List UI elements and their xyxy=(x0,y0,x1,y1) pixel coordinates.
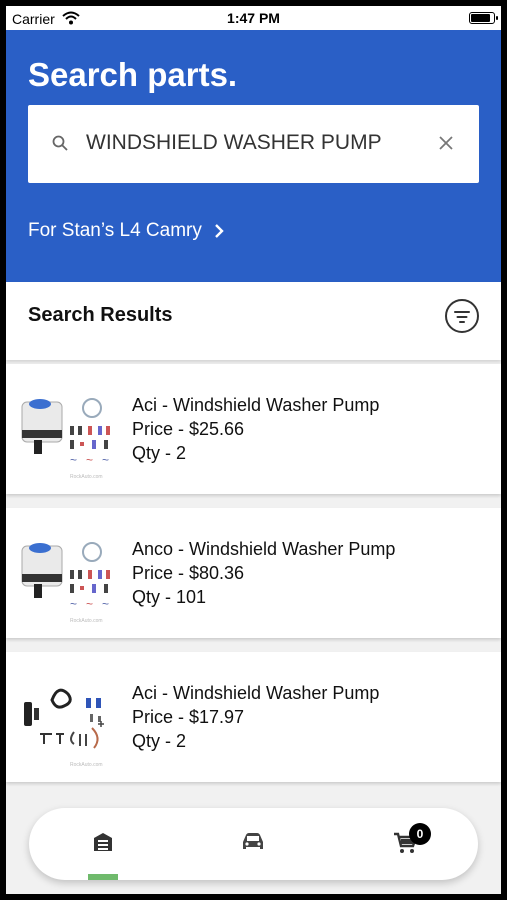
svg-text:~: ~ xyxy=(86,597,93,611)
filter-button[interactable] xyxy=(445,299,479,333)
svg-text:~: ~ xyxy=(86,453,93,467)
clear-search-icon[interactable] xyxy=(439,136,453,150)
part-qty: Qty - 2 xyxy=(132,443,187,463)
results-title: Search Results xyxy=(28,304,173,326)
results-header: Search Results xyxy=(6,282,501,360)
svg-text:~: ~ xyxy=(70,597,77,611)
svg-text:RockAuto.com: RockAuto.com xyxy=(70,762,103,768)
result-info: Aci - Windshield Washer Pump Price - $17… xyxy=(132,681,379,753)
active-tab-indicator xyxy=(88,874,118,880)
filter-icon xyxy=(454,311,470,313)
nav-tab-parts-store[interactable] xyxy=(73,808,133,880)
clock: 1:47 PM xyxy=(227,10,280,26)
app-screen: Carrier 1:47 PM Search parts. For Stan’s… xyxy=(6,6,501,894)
nav-tab-cart[interactable]: 0 xyxy=(375,808,435,880)
washer-pump-kit-image: ~ ~ ~ RockAuto.com xyxy=(21,398,110,480)
result-card[interactable]: ~ ~ ~ RockAuto.com Aci - Windshield Wash… xyxy=(6,364,501,494)
washer-pump-kit-image: ~ ~ ~ RockAuto.com xyxy=(21,542,110,624)
cart-count-badge: 0 xyxy=(409,823,431,845)
part-price: Price - $80.36 xyxy=(132,563,245,583)
search-icon xyxy=(52,135,68,151)
part-name: Aci - Windshield Washer Pump xyxy=(132,395,380,415)
vehicle-selector-link[interactable]: For Stan’s L4 Camry xyxy=(28,217,224,245)
svg-text:RockAuto.com: RockAuto.com xyxy=(70,474,103,480)
status-bar: Carrier 1:47 PM xyxy=(6,6,501,30)
result-card[interactable]: ~ ~ ~ RockAuto.com Anco - Windshield Was… xyxy=(6,508,501,638)
result-info: Anco - Windshield Washer Pump Price - $8… xyxy=(132,537,395,609)
car-icon xyxy=(243,833,263,849)
vehicle-link-label: For Stan’s L4 Camry xyxy=(28,220,202,241)
battery-icon xyxy=(469,12,498,24)
results-list: ~ ~ ~ RockAuto.com Aci - Windshield Wash… xyxy=(6,364,501,796)
svg-text:RockAuto.com: RockAuto.com xyxy=(70,618,103,624)
part-price: Price - $17.97 xyxy=(132,707,245,727)
search-header: Search parts. For Stan’s L4 Camry xyxy=(6,30,501,282)
part-qty: Qty - 2 xyxy=(132,731,187,751)
svg-text:~: ~ xyxy=(70,453,77,467)
svg-text:~: ~ xyxy=(102,597,109,611)
chevron-right-icon xyxy=(215,224,224,238)
search-bar[interactable] xyxy=(28,105,479,183)
result-card[interactable]: RockAuto.com Aci - Windshield Washer Pum… xyxy=(6,652,501,782)
part-qty: Qty - 101 xyxy=(132,587,207,607)
result-info: Aci - Windshield Washer Pump Price - $25… xyxy=(132,393,379,465)
part-name: Anco - Windshield Washer Pump xyxy=(132,539,396,559)
search-input[interactable] xyxy=(86,131,416,155)
part-name: Aci - Windshield Washer Pump xyxy=(132,683,380,703)
washer-pump-kit-image: RockAuto.com xyxy=(24,688,104,768)
bottom-nav: 0 xyxy=(29,808,478,880)
part-price: Price - $25.66 xyxy=(132,419,245,439)
nav-tab-vehicle[interactable] xyxy=(223,808,283,880)
parts-store-icon xyxy=(94,833,112,851)
page-title: Search parts. xyxy=(28,56,238,93)
svg-text:~: ~ xyxy=(102,453,109,467)
